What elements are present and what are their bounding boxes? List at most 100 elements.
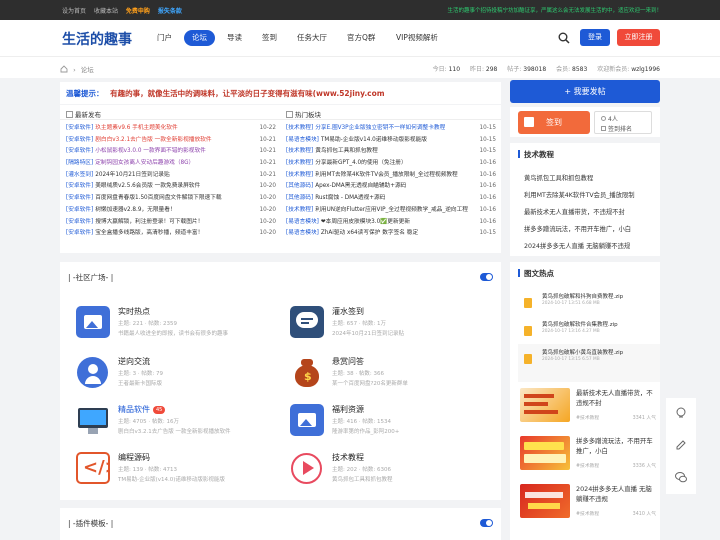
thread-row[interactable]: [安卓软件] 树懒加速器v2.8.9，无限量看！ 10-20 [66, 205, 276, 217]
thread-title[interactable]: 宝全盒播多线路版，高清秒播，频道丰富！ [95, 228, 203, 240]
thread-category[interactable]: [安卓软件] [66, 125, 93, 131]
thread-title[interactable]: 百度网盘青春版1.50百度网盘文件解锁下限速下载 [95, 193, 221, 205]
tech-item[interactable]: 拼多多蹭流玩法，不用开车推广，小白 [524, 224, 658, 233]
edit-icon[interactable] [674, 438, 688, 452]
nav-sign[interactable]: 签到 [262, 30, 277, 46]
set-home-link[interactable]: 设为首页 [62, 8, 86, 15]
thread-title[interactable]: 利用UN逆向Flutter应用VIP_全过程视频教学_戒品_逆向工程 [315, 205, 468, 217]
category-reverse[interactable]: 逆向交流 主题: 3 · 帖数: 79 王者最新卡国际版 [76, 354, 276, 394]
category-desc[interactable]: TM易助-企业版(v14.0)诺维移动版影视能版 [118, 475, 258, 483]
thread-category[interactable]: [安卓软件] [66, 219, 93, 225]
thread-row[interactable]: [安卓软件] 剧白白v3.2.1去广告版 一款全新影视播放软件 10-21 [66, 135, 276, 147]
thread-title[interactable]: 剧白白v3.2.1去广告版 一款全新影视播放软件 [95, 135, 211, 147]
lightbulb-icon[interactable] [674, 406, 688, 420]
report-link[interactable]: 报失条款 [158, 8, 182, 15]
pic-item[interactable]: 拼多多蹭流玩法，不用开车推广，小白 #技术教程 3336 人气 [518, 434, 660, 472]
thread-row[interactable]: [易语言模块] ❤本周应用皮肤模块3.0✅更新更新 10-16 [286, 217, 496, 229]
sign-rank-link[interactable]: 签到排名 [601, 124, 632, 133]
thread-category[interactable]: [灌水签到] [66, 172, 93, 178]
thread-category[interactable]: [安卓软件] [66, 230, 93, 236]
tech-item[interactable]: 黄鸟抓包工具和抓包教程 [524, 173, 658, 182]
thread-row[interactable]: [安卓软件] 宝全盒播多线路版，高清秒播，频道丰富！ 10-20 [66, 228, 276, 240]
free-vip-link[interactable]: 免费申购 [126, 8, 150, 15]
thread-category[interactable]: [技术教程] [286, 148, 313, 154]
category-name[interactable]: 灌水签到 [332, 306, 364, 317]
category-name[interactable]: 逆向交流 [118, 356, 150, 367]
thread-row[interactable]: [安卓软件] 美眼绒质v2.5.6会员版 一款免费录屏软件 10-20 [66, 181, 276, 193]
site-logo[interactable]: 生活的趣事 [62, 29, 132, 49]
thread-category[interactable]: [易语言模块] [286, 219, 319, 225]
thread-title[interactable]: 2024年10月21日签到记录贴 [95, 170, 169, 182]
thread-row[interactable]: [技术教程] 黄鸟抓包工具和抓包教程 10-15 [286, 146, 496, 158]
category-name-wrap[interactable]: 精品软件 45 [118, 404, 166, 415]
pic-item[interactable]: 2024拼多多无人直播 无脑躺赚不违规 #技术教程 3410 人气 [518, 482, 660, 520]
thread-title[interactable]: 定制钩园女孩离人安动后趣游戏（8G） [95, 158, 194, 170]
tech-item[interactable]: 最新技术无人直播带货，不违规不封 [524, 207, 658, 216]
search-icon[interactable] [558, 32, 570, 44]
file-item[interactable]: 黄鸟抓包破解小黄鸟直装教程.zip 2024-10-17 13:15 6.57 … [518, 344, 660, 382]
thread-title[interactable]: 小松鼠影视v3.0.0 一款界面不错的影视软件 [95, 146, 206, 158]
nav-portal[interactable]: 门户 [157, 30, 172, 46]
thread-category[interactable]: [技术教程] [286, 207, 313, 213]
category-name[interactable]: 精品软件 [118, 405, 150, 414]
category-name[interactable]: 实时热点 [118, 306, 150, 317]
thread-title[interactable]: 黄鸟抓包工具和抓包教程 [315, 146, 378, 158]
category-desc[interactable]: 2024年10月21日签到记录贴 [332, 329, 472, 337]
thread-title[interactable]: 玖主题素v9.6 手机主题美化软件 [95, 123, 177, 135]
thread-category[interactable]: [隔路特区] [66, 160, 93, 166]
thread-row[interactable]: [技术教程] 分享E.圈V3P企业版独立密钥不一样如何调整卡教程 10-15 [286, 123, 496, 135]
thread-title[interactable]: 利用MT去除某4K软件TV会员_播放限制_全过程视频教程 [315, 170, 458, 182]
bookmark-link[interactable]: 收藏本站 [94, 8, 118, 15]
pic-item[interactable]: 最新技术无人直播带货，不违规不封 #技术教程 3341 人气 [518, 386, 660, 424]
category-name[interactable]: 技术教程 [332, 452, 364, 463]
thread-category[interactable]: [技术教程] [286, 172, 313, 178]
thread-category[interactable]: [技术教程] [286, 125, 313, 131]
thread-category[interactable]: [安卓软件] [66, 183, 93, 189]
category-name[interactable]: 福利资源 [332, 404, 364, 415]
tech-item[interactable]: 2024拼多多无人直播 无脑躺赚不违规 [524, 241, 658, 250]
category-tutorial[interactable]: 技术教程 主题: 202 · 帖数: 6306 黄鸟抓包工具和抓包教程 [290, 450, 490, 490]
nav-vip-video[interactable]: VIP视频解析 [396, 30, 438, 46]
thread-row[interactable]: [其他源码] Rust腐蚀 - DMA透视+源码 10-16 [286, 193, 496, 205]
category-welfare[interactable]: 福利资源 主题: 416 · 帖数: 1534 隆游率第的作品_彭阿200+ [290, 402, 490, 442]
thread-category[interactable]: [安卓软件] [66, 195, 93, 201]
collapse-toggle[interactable] [480, 273, 493, 281]
category-name[interactable]: 悬赏问答 [332, 356, 364, 367]
thread-category[interactable]: [易语言模块] [286, 137, 319, 143]
thread-title[interactable]: Rust腐蚀 - DMA透视+源码 [315, 193, 385, 205]
category-bounty[interactable]: $ 悬赏问答 主题: 38 · 帖数: 366 某一个百度网盘?20名更新群单 [290, 354, 490, 394]
thread-title[interactable]: ZhAi驱动 x64读写保护 数字签名 稳定 [321, 228, 418, 240]
thread-title[interactable]: 搜博大赢解锁，利注册登录！可下载图片！ [95, 217, 203, 229]
nav-qq-group[interactable]: 官方Q群 [347, 30, 375, 46]
thread-row[interactable]: [安卓软件] 搜博大赢解锁，利注册登录！可下载图片！ 10-20 [66, 217, 276, 229]
thread-row[interactable]: [灌水签到] 2024年10月21日签到记录贴 10-21 [66, 170, 276, 182]
newest-member-link[interactable]: wzlg1996 [631, 66, 660, 73]
tech-item[interactable]: 利用MT去除某4K软件TV会员_播放限制 [524, 190, 658, 199]
category-name[interactable]: 编程源码 [118, 452, 150, 463]
thread-row[interactable]: [技术教程] 利用MT去除某4K软件TV会员_播放限制_全过程视频教程 10-16 [286, 170, 496, 182]
category-desc[interactable]: 王者最新卡国际版 [118, 379, 258, 387]
thread-title[interactable]: 分享最新GPT_4.0的使用（免注册） [315, 158, 406, 170]
thread-row[interactable]: [安卓软件] 百度网盘青春版1.50百度网盘文件解锁下限速下载 10-20 [66, 193, 276, 205]
category-desc[interactable]: 隆游率第的作品_彭阿200+ [332, 427, 472, 435]
category-desc[interactable]: 剧白白v3.2.1去广告版 一款全新影视播放软件 [118, 427, 258, 435]
thread-category[interactable]: [其他源码] [286, 195, 313, 201]
register-button[interactable]: 立即注册 [617, 29, 660, 46]
thread-category[interactable]: [安卓软件] [66, 207, 93, 213]
thread-row[interactable]: [易语言模块] TM易助-企业版v14.0诺维移动版影视能版 10-15 [286, 135, 496, 147]
category-desc[interactable]: 某一个百度网盘?20名更新群单 [332, 379, 472, 387]
collapse-toggle[interactable] [480, 519, 493, 527]
thread-row[interactable]: [安卓软件] 玖主题素v9.6 手机主题美化软件 10-22 [66, 123, 276, 135]
thread-row[interactable]: [技术教程] 分享最新GPT_4.0的使用（免注册） 10-16 [286, 158, 496, 170]
thread-category[interactable]: [易语言模块] [286, 230, 319, 236]
nav-guide[interactable]: 导读 [227, 30, 242, 46]
thread-category[interactable]: [其他源码] [286, 183, 313, 189]
thread-category[interactable]: [安卓软件] [66, 137, 93, 143]
thread-title[interactable]: ❤本周应用皮肤模块3.0✅更新更新 [321, 217, 410, 229]
new-post-button[interactable]: + 我要发帖 [510, 80, 660, 103]
login-button[interactable]: 登录 [580, 29, 610, 46]
thread-row[interactable]: [易语言模块] ZhAi驱动 x64读写保护 数字签名 稳定 10-15 [286, 228, 496, 240]
thread-row[interactable]: [其他源码] Apex-DMA黑无透视自瞄辅助+源码 10-16 [286, 181, 496, 193]
category-software[interactable]: 精品软件 45 主题: 4705 · 帖数: 16万 剧白白v3.2.1去广告版 … [76, 402, 276, 442]
thread-row[interactable]: [安卓软件] 小松鼠影视v3.0.0 一款界面不错的影视软件 10-21 [66, 146, 276, 158]
